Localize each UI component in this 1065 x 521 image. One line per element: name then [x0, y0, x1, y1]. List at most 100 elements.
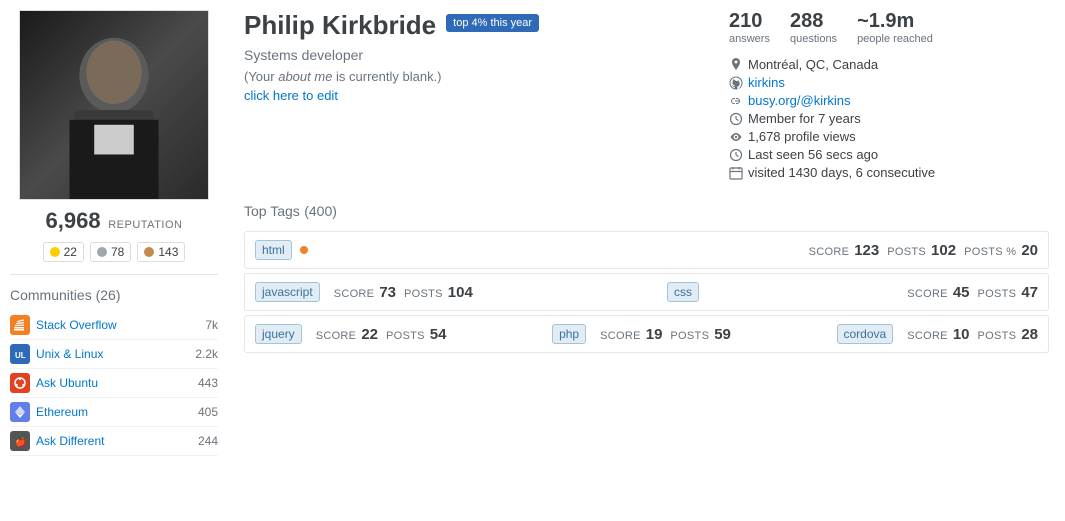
community-score-ethereum: 405	[198, 405, 218, 419]
reached-number: ~1.9m	[857, 10, 933, 33]
html-postspct-value: 20	[1021, 242, 1038, 259]
location-icon	[729, 58, 743, 72]
svg-text:🍎: 🍎	[15, 436, 26, 447]
website-link[interactable]: busy.org/@kirkins	[748, 93, 851, 108]
html-score-group: SCORE 123	[809, 242, 880, 259]
jquery-posts-group: POSTS 54	[386, 326, 446, 343]
cordova-score-group: SCORE 10	[907, 326, 969, 343]
divider	[10, 274, 218, 275]
sidebar: 6,968 REPUTATION 22 78 143 Communities (	[0, 0, 228, 521]
stat-reached: ~1.9m people reached	[857, 10, 933, 45]
cordova-score-label: SCORE	[907, 330, 948, 342]
html-postspct-group: POSTS % 20	[964, 242, 1038, 259]
bronze-dot	[144, 247, 154, 257]
community-item-ethereum[interactable]: Ethereum 405	[10, 398, 218, 427]
css-posts-group: POSTS 47	[978, 284, 1038, 301]
profile-title: Systems developer	[244, 47, 729, 63]
meta-last-seen: Last seen 56 secs ago	[729, 147, 1049, 162]
jquery-score-label: SCORE	[316, 330, 357, 342]
community-score-stackoverflow: 7k	[205, 318, 218, 332]
tag-row-js-css-inner: javascript SCORE 73 POSTS 104 css SCORE …	[255, 282, 1038, 302]
community-name-stackoverflow[interactable]: Stack Overflow	[36, 318, 199, 332]
cordova-posts-group: POSTS 28	[978, 326, 1038, 343]
tags-count: (400)	[304, 203, 337, 219]
community-name-ethereum[interactable]: Ethereum	[36, 405, 192, 419]
about-blank: (Your about me is currently blank.)	[244, 69, 729, 84]
main-content: Philip Kirkbride top 4% this year System…	[228, 0, 1065, 521]
meta-info: Montréal, QC, Canada kirkins busy.org/@k…	[729, 57, 1049, 180]
github-link[interactable]: kirkins	[748, 75, 785, 90]
clock2-icon	[729, 148, 743, 162]
questions-label: questions	[790, 33, 837, 45]
top-badge: top 4% this year	[446, 14, 539, 32]
askubuntu-icon	[10, 373, 30, 393]
meta-visited: visited 1430 days, 6 consecutive	[729, 165, 1049, 180]
avatar-svg	[20, 10, 208, 200]
community-score-askdifferent: 244	[198, 434, 218, 448]
answers-number: 210	[729, 10, 770, 33]
tags-label: Top Tags	[244, 203, 300, 219]
tag-html[interactable]: html	[255, 240, 292, 260]
communities-count: (26)	[96, 287, 121, 303]
clock-icon	[729, 112, 743, 126]
tag-javascript[interactable]: javascript	[255, 282, 320, 302]
unixlinux-icon: UL	[10, 344, 30, 364]
tag-css[interactable]: css	[667, 282, 699, 302]
tag-cordova[interactable]: cordova	[837, 324, 894, 344]
tag-jquery[interactable]: jquery	[255, 324, 302, 344]
reached-label: people reached	[857, 33, 933, 45]
js-posts-value: 104	[448, 284, 473, 301]
php-score-label: SCORE	[600, 330, 641, 342]
questions-number: 288	[790, 10, 837, 33]
tag-row-js-css: javascript SCORE 73 POSTS 104 css SCORE …	[244, 273, 1049, 311]
location-text: Montréal, QC, Canada	[748, 57, 878, 72]
js-score-value: 73	[379, 284, 396, 301]
community-item-askubuntu[interactable]: Ask Ubuntu 443	[10, 369, 218, 398]
communities-header: Communities (26)	[10, 287, 218, 303]
jquery-score-value: 22	[361, 326, 378, 343]
edit-link[interactable]: click here to edit	[244, 88, 338, 103]
jquery-posts-label: POSTS	[386, 330, 425, 342]
svg-text:UL: UL	[15, 351, 26, 360]
css-posts-label: POSTS	[978, 288, 1017, 300]
js-score-group: SCORE 73	[334, 284, 396, 301]
meta-website: busy.org/@kirkins	[729, 93, 1049, 108]
page: 6,968 REPUTATION 22 78 143 Communities (	[0, 0, 1065, 521]
reputation-number: 6,968	[46, 208, 101, 233]
answers-label: answers	[729, 33, 770, 45]
communities-section: Communities (26) Stack Overflow 7k UL Un…	[10, 287, 218, 456]
jquery-score-group: SCORE 22	[316, 326, 378, 343]
community-item-askdifferent[interactable]: 🍎 Ask Different 244	[10, 427, 218, 456]
stat-questions: 288 questions	[790, 10, 837, 45]
css-score-group: SCORE 45	[907, 284, 969, 301]
eye-icon	[729, 130, 743, 144]
community-name-askdifferent[interactable]: Ask Different	[36, 434, 192, 448]
css-posts-value: 47	[1021, 284, 1038, 301]
stats-row: 210 answers 288 questions ~1.9m people r…	[729, 10, 1049, 45]
link-icon	[729, 94, 743, 108]
css-score-value: 45	[953, 284, 970, 301]
tag-php[interactable]: php	[552, 324, 586, 344]
gold-count: 22	[64, 245, 77, 259]
community-item-stackoverflow[interactable]: Stack Overflow 7k	[10, 311, 218, 340]
php-posts-value: 59	[714, 326, 731, 343]
cordova-score-value: 10	[953, 326, 970, 343]
php-posts-group: POSTS 59	[670, 326, 730, 343]
meta-profile-views: 1,678 profile views	[729, 129, 1049, 144]
reputation-area: 6,968 REPUTATION	[10, 208, 218, 234]
js-posts-group: POSTS 104	[404, 284, 473, 301]
community-name-unixlinux[interactable]: Unix & Linux	[36, 347, 189, 361]
top-section: Philip Kirkbride top 4% this year System…	[244, 10, 1049, 183]
tag-row-jquery-php-cordova: jquery SCORE 22 POSTS 54 php SCORE 19	[244, 315, 1049, 353]
js-score-label: SCORE	[334, 288, 375, 300]
visited-text: visited 1430 days, 6 consecutive	[748, 165, 935, 180]
gold-badge: 22	[43, 242, 84, 262]
community-name-askubuntu[interactable]: Ask Ubuntu	[36, 376, 192, 390]
js-posts-label: POSTS	[404, 288, 443, 300]
html-posts-value: 102	[931, 242, 956, 259]
community-item-unixlinux[interactable]: UL Unix & Linux 2.2k	[10, 340, 218, 369]
tag-row-html-inner: html SCORE 123 POSTS 102 POSTS % 20	[255, 240, 1038, 260]
cordova-posts-value: 28	[1021, 326, 1038, 343]
member-for-text: Member for 7 years	[748, 111, 861, 126]
profile-left: Philip Kirkbride top 4% this year System…	[244, 10, 729, 183]
